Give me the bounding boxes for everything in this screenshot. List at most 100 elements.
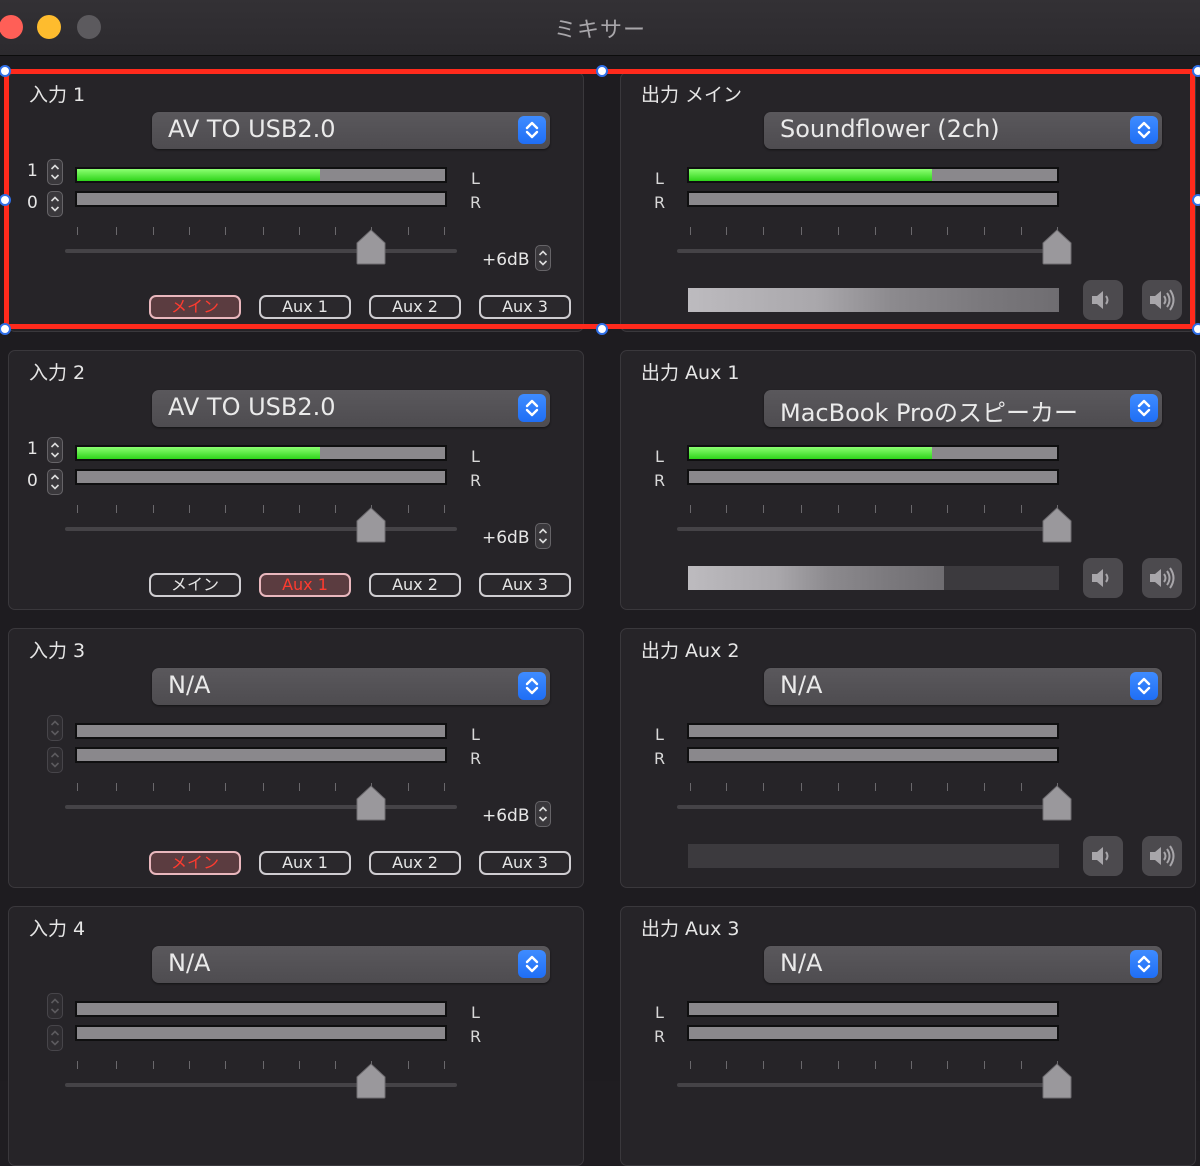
- output-aux3-title: 出力 Aux 3: [641, 918, 740, 940]
- input-1-route-aux2-button[interactable]: Aux 2: [369, 295, 461, 319]
- output-aux2-meter-left: [687, 723, 1059, 739]
- fader-tick: [299, 1061, 300, 1069]
- output-aux2-volume-down-button[interactable]: [1083, 836, 1123, 876]
- left-channel-label: L: [471, 447, 480, 466]
- output-main-device-popup[interactable]: Soundflower (2ch): [764, 112, 1162, 149]
- input-3-route-main-button[interactable]: メイン: [149, 851, 241, 875]
- input-1-route-aux3-button[interactable]: Aux 3: [479, 295, 571, 319]
- right-channel-label: R: [654, 749, 666, 768]
- output-aux2-fader-track[interactable]: [677, 805, 1057, 809]
- input-3-channel-top-stepper[interactable]: [47, 715, 63, 741]
- fader-tick: [77, 783, 78, 791]
- input-2-route-main-button[interactable]: メイン: [149, 573, 241, 597]
- chevron-updown-icon: [518, 672, 546, 700]
- fader-tick: [984, 783, 985, 791]
- input-2-channel-top-stepper[interactable]: [47, 437, 63, 463]
- input-3-gain-stepper[interactable]: [535, 801, 551, 827]
- output-main-fader-knob[interactable]: [1042, 229, 1072, 265]
- output-aux2-fader-knob[interactable]: [1042, 785, 1072, 821]
- input-1-title: 入力 1: [29, 84, 86, 106]
- input-4-fader-track[interactable]: [65, 1083, 457, 1087]
- left-channel-label: L: [471, 169, 480, 188]
- input-3-channel-bottom-stepper[interactable]: [47, 747, 63, 773]
- input-3-fader-knob[interactable]: [356, 785, 386, 821]
- output-aux2-device-label: N/A: [780, 671, 823, 699]
- input-3-fader-track[interactable]: [65, 805, 457, 809]
- fader-tick: [225, 227, 226, 235]
- output-aux3-fader-knob[interactable]: [1042, 1063, 1072, 1099]
- input-3-device-popup[interactable]: N/A: [152, 668, 550, 705]
- output-main-fader-track[interactable]: [677, 249, 1057, 253]
- mixer-content: 入力 1 AV TO USB2.0 1 0 L R +6dB メイン Aux 1 Aux 2 Aux…: [0, 56, 1200, 1166]
- input-2-fader-knob[interactable]: [356, 507, 386, 543]
- fader-tick: [408, 227, 409, 235]
- fader-tick: [801, 505, 802, 513]
- fader-tick: [77, 1061, 78, 1069]
- fader-tick: [335, 227, 336, 235]
- output-main-volume-up-button[interactable]: [1142, 280, 1182, 320]
- input-1-channel-bottom-stepper[interactable]: [47, 191, 63, 217]
- input-1-fader-knob[interactable]: [356, 229, 386, 265]
- chevron-updown-icon: [1130, 394, 1158, 422]
- input-3-route-aux2-button[interactable]: Aux 2: [369, 851, 461, 875]
- input-2-route-aux1-button[interactable]: Aux 1: [259, 573, 351, 597]
- fader-tick: [911, 505, 912, 513]
- fader-tick: [838, 783, 839, 791]
- output-aux1-device-popup[interactable]: MacBook Proのスピーカー: [764, 390, 1162, 427]
- fader-tick: [911, 227, 912, 235]
- input-4-fader-knob[interactable]: [356, 1063, 386, 1099]
- fader-tick: [763, 783, 764, 791]
- input-1-device-popup[interactable]: AV TO USB2.0: [152, 112, 550, 149]
- input-2-fader-track[interactable]: [65, 527, 457, 531]
- input-2-channel-bottom-stepper[interactable]: [47, 469, 63, 495]
- right-channel-label: R: [470, 193, 482, 212]
- input-1-gain-stepper[interactable]: [535, 245, 551, 271]
- output-aux1-fader-track[interactable]: [677, 527, 1057, 531]
- output-aux1-volume-down-button[interactable]: [1083, 558, 1123, 598]
- fader-tick: [1021, 783, 1022, 791]
- fader-tick: [726, 227, 727, 235]
- fader-tick: [801, 227, 802, 235]
- fader-tick: [263, 783, 264, 791]
- fader-tick: [189, 227, 190, 235]
- output-aux3-fader-track[interactable]: [677, 1083, 1057, 1087]
- fader-tick: [875, 1061, 876, 1069]
- fader-tick: [984, 505, 985, 513]
- input-2-route-aux2-button[interactable]: Aux 2: [369, 573, 461, 597]
- input-3-route-aux1-button[interactable]: Aux 1: [259, 851, 351, 875]
- right-channel-label: R: [654, 471, 666, 490]
- input-3-meter-right: [75, 747, 447, 763]
- input-4-channel-top-stepper[interactable]: [47, 993, 63, 1019]
- fader-tick: [116, 783, 117, 791]
- input-2-gain-stepper[interactable]: [535, 523, 551, 549]
- fader-tick: [838, 227, 839, 235]
- input-1-route-main-button[interactable]: メイン: [149, 295, 241, 319]
- fader-tick: [225, 783, 226, 791]
- output-aux2-panel: 出力 Aux 2 N/A L R: [620, 628, 1196, 888]
- input-2-route-aux3-button[interactable]: Aux 3: [479, 573, 571, 597]
- output-aux1-fader-knob[interactable]: [1042, 507, 1072, 543]
- fader-tick: [690, 783, 691, 791]
- fader-tick: [947, 1061, 948, 1069]
- output-main-volume-level-fill: [688, 288, 1059, 312]
- input-3-route-aux3-button[interactable]: Aux 3: [479, 851, 571, 875]
- output-main-volume-down-button[interactable]: [1083, 280, 1123, 320]
- output-aux2-volume-up-button[interactable]: [1142, 836, 1182, 876]
- input-2-meter-right: [75, 469, 447, 485]
- output-aux2-device-popup[interactable]: N/A: [764, 668, 1162, 705]
- input-1-fader-track[interactable]: [65, 249, 457, 253]
- input-1-panel: 入力 1 AV TO USB2.0 1 0 L R +6dB メイン Aux 1 Aux 2 Aux…: [8, 72, 584, 332]
- input-1-channel-top-stepper[interactable]: [47, 159, 63, 185]
- input-4-channel-bottom-stepper[interactable]: [47, 1025, 63, 1051]
- input-4-device-popup[interactable]: N/A: [152, 946, 550, 983]
- output-aux3-device-popup[interactable]: N/A: [764, 946, 1162, 983]
- chevron-updown-icon: [1130, 672, 1158, 700]
- input-2-device-popup[interactable]: AV TO USB2.0: [152, 390, 550, 427]
- output-aux3-meter-right: [687, 1025, 1059, 1041]
- output-main-device-label: Soundflower (2ch): [780, 115, 1000, 143]
- left-channel-label: L: [471, 725, 480, 744]
- fader-tick: [408, 1061, 409, 1069]
- output-aux1-volume-up-button[interactable]: [1142, 558, 1182, 598]
- fader-tick: [801, 1061, 802, 1069]
- input-1-route-aux1-button[interactable]: Aux 1: [259, 295, 351, 319]
